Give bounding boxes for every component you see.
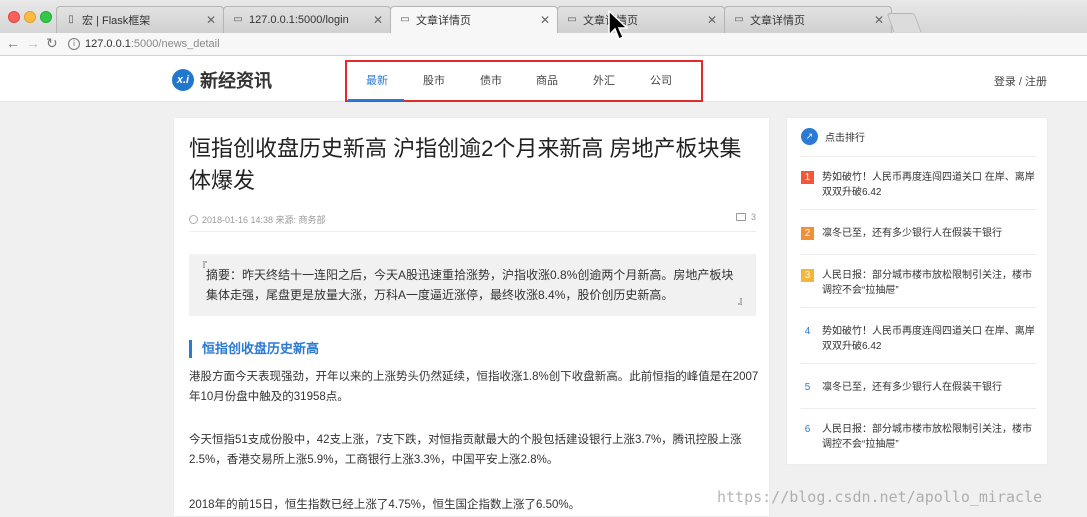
article-summary: 『 摘要：昨天终结十一连阳之后，今天A股迅速重拾涨势，沪指收涨0.8%创逾两个月… <box>189 254 756 316</box>
page-icon: ▭ <box>734 14 744 25</box>
browser-tab-news-detail-active[interactable]: ▭ 文章详情页 ✕ <box>390 6 558 33</box>
article-meta-text: 2018-01-16 14:38 来源: 商务部 <box>202 215 326 225</box>
info-icon[interactable]: i <box>68 38 80 50</box>
rank-number: 6 <box>804 424 811 435</box>
rank-item-text: 势如破竹！人民币再度连闯四道关口 在岸、离岸双双升破6.42 <box>822 326 1035 352</box>
csdn-watermark: https://blog.csdn.net/apollo_miracle <box>717 488 1043 506</box>
browser-tab-bar: ▯ 宏 | Flask框架 ✕ ▭ 127.0.0.1:5000/login ✕… <box>0 0 1087 34</box>
browser-tab-login[interactable]: ▭ 127.0.0.1:5000/login ✕ <box>223 6 391 33</box>
rank-number: 1 <box>801 171 814 184</box>
rank-item[interactable]: 2 凛冬已至，还有多少银行人在假装干银行 <box>801 226 1036 241</box>
tab-title: 文章详情页 <box>750 15 805 27</box>
summary-text: 摘要：昨天终结十一连阳之后，今天A股迅速重拾涨势，沪指收涨0.8%创逾两个月新高… <box>206 268 734 302</box>
minimize-window-button[interactable] <box>24 11 36 23</box>
clock-icon <box>189 215 198 224</box>
reload-icon[interactable]: ↻ <box>46 35 58 52</box>
comment-count[interactable]: 3 <box>735 212 756 222</box>
rank-divider <box>801 307 1036 308</box>
rank-item-text: 人民日报：部分城市楼市放松限制引关注，楼市调控不会“拉抽屉” <box>822 424 1032 450</box>
close-quote-icon: 』 <box>738 296 748 307</box>
url-field[interactable]: 127.0.0.1:5000/news_detail <box>85 38 220 50</box>
site-logo[interactable]: x.i 新经资讯 <box>172 67 272 93</box>
mouse-cursor-icon <box>608 10 628 41</box>
maximize-window-button[interactable] <box>40 11 52 23</box>
comment-icon <box>735 213 746 221</box>
meta-divider <box>189 231 756 232</box>
login-register-link[interactable]: 登录 / 注册 <box>994 73 1047 89</box>
menu-item-bonds[interactable]: 债市 <box>480 72 502 88</box>
tab-close-icon[interactable]: ✕ <box>537 13 553 27</box>
comment-count-text: 3 <box>750 212 756 222</box>
book-icon: ▯ <box>68 14 74 25</box>
rank-divider <box>801 363 1036 364</box>
article-card: 恒指创收盘历史新高 沪指创逾2个月来新高 房地产板块集体爆发 2018-01-1… <box>173 117 770 517</box>
new-tab-button[interactable] <box>886 13 922 32</box>
menu-item-commodities[interactable]: 商品 <box>536 72 558 88</box>
menu-item-forex[interactable]: 外汇 <box>593 72 615 88</box>
tab-close-icon[interactable]: ✕ <box>871 13 887 27</box>
back-arrow-icon[interactable]: ← <box>6 35 20 51</box>
url-host: 127.0.0.1 <box>85 38 131 50</box>
rank-item[interactable]: 5 凛冬已至，还有多少银行人在假装干银行 <box>801 380 1036 395</box>
rank-number: 3 <box>801 269 814 282</box>
rank-number: 5 <box>804 382 811 393</box>
page-icon: ▭ <box>233 14 243 25</box>
rank-item-text: 人民日报：部分城市楼市放松限制引关注，楼市调控不会“拉抽屉” <box>822 270 1032 296</box>
rank-item[interactable]: 1 势如破竹！人民币再度连闯四道关口 在岸、离岸双双升破6.42 <box>801 170 1036 200</box>
address-bar: ← → ↻ i 127.0.0.1:5000/news_detail <box>0 33 1087 56</box>
menu-item-latest[interactable]: 最新 <box>366 72 388 88</box>
rank-title: 点击排行 <box>825 133 865 144</box>
close-window-button[interactable] <box>8 11 20 23</box>
rank-header: ↗ 点击排行 <box>801 128 865 145</box>
tab-title: 宏 | Flask框架 <box>82 15 151 27</box>
page-icon: ▭ <box>567 14 577 25</box>
site-header: x.i 新经资讯 最新 股市 债市 商品 外汇 公司 登录 / 注册 <box>0 56 1087 102</box>
tab-title: 文章详情页 <box>583 12 704 28</box>
rank-item-text: 势如破竹！人民币再度连闯四道关口 在岸、离岸双双升破6.42 <box>822 172 1035 198</box>
rank-item-text: 凛冬已至，还有多少银行人在假装干银行 <box>822 382 1002 393</box>
browser-tab-news-detail-3[interactable]: ▭ 文章详情页 ✕ <box>724 6 892 33</box>
active-menu-underline <box>348 99 404 101</box>
open-quote-icon: 『 <box>197 262 207 273</box>
rank-item[interactable]: 6 人民日报：部分城市楼市放松限制引关注，楼市调控不会“拉抽屉” <box>801 422 1036 452</box>
menu-item-stocks[interactable]: 股市 <box>423 72 445 88</box>
page-icon: ▭ <box>400 14 410 25</box>
tab-title: 127.0.0.1:5000/login <box>249 14 349 26</box>
rank-item[interactable]: 3 人民日报：部分城市楼市放松限制引关注，楼市调控不会“拉抽屉” <box>801 268 1036 298</box>
article-title: 恒指创收盘历史新高 沪指创逾2个月来新高 房地产板块集体爆发 <box>189 136 742 193</box>
article-paragraph: 2018年的前15日，恒生指数已经上涨了4.75%，恒生国企指数上涨了6.50%… <box>189 499 581 511</box>
browser-tab-news-detail-2[interactable]: ▭ 文章详情页 ✕ <box>557 6 725 33</box>
click-rank-panel: ↗ 点击排行 1 势如破竹！人民币再度连闯四道关口 在岸、离岸双双升破6.42 … <box>786 117 1048 465</box>
trend-icon: ↗ <box>801 128 818 145</box>
menu-item-company[interactable]: 公司 <box>650 72 672 88</box>
section-heading: 恒指创收盘历史新高 <box>189 340 319 358</box>
tab-title: 文章详情页 <box>416 15 471 27</box>
rank-divider <box>801 254 1036 255</box>
rank-number: 4 <box>804 326 811 337</box>
rank-item[interactable]: 4 势如破竹！人民币再度连闯四道关口 在岸、离岸双双升破6.42 <box>801 324 1036 354</box>
tab-close-icon[interactable]: ✕ <box>704 13 720 27</box>
logo-icon: x.i <box>172 69 194 91</box>
tab-close-icon[interactable]: ✕ <box>370 13 386 27</box>
rank-divider <box>801 209 1036 210</box>
browser-tab-flask[interactable]: ▯ 宏 | Flask框架 ✕ <box>56 6 224 33</box>
rank-divider <box>801 408 1036 409</box>
article-paragraph: 今天恒指51支成份股中，42支上涨，7支下跌，对恒指贡献最大的个股包括建设银行上… <box>189 434 742 466</box>
url-path: :5000/news_detail <box>130 38 220 50</box>
rank-item-text: 凛冬已至，还有多少银行人在假装干银行 <box>822 228 1002 239</box>
tab-close-icon[interactable]: ✕ <box>203 13 219 27</box>
rank-divider <box>801 156 1036 157</box>
rank-number: 2 <box>801 227 814 240</box>
article-paragraph: 港股方面今天表现强劲，开年以来的上涨势头仍然延续，恒指收涨1.8%创下收盘新高。… <box>189 371 759 403</box>
forward-arrow-icon[interactable]: → <box>26 35 40 51</box>
logo-text: 新经资讯 <box>200 71 272 92</box>
article-meta: 2018-01-16 14:38 来源: 商务部 <box>189 213 326 226</box>
